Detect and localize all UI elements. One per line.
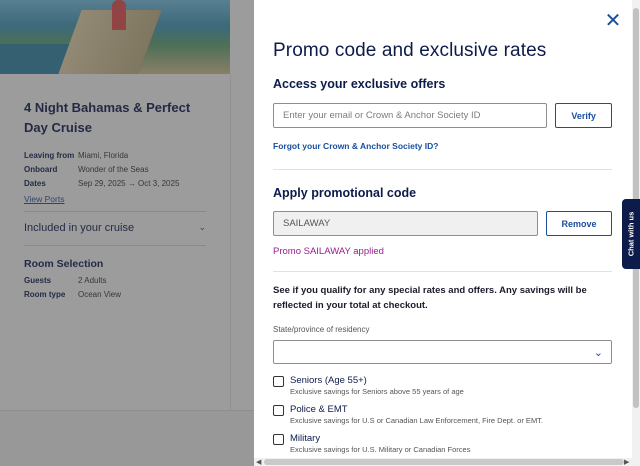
remove-promo-button[interactable]: Remove (546, 211, 612, 236)
military-option[interactable]: Military Exclusive savings for U.S. Mili… (273, 433, 612, 454)
input-placeholder: Enter your email or Crown & Anchor Socie… (283, 110, 481, 121)
police-emt-checkbox[interactable] (273, 405, 284, 416)
promo-modal: ✕ Promo code and exclusive rates Access … (254, 0, 640, 466)
verify-button[interactable]: Verify (555, 103, 612, 128)
chat-tab-label: Chat with us (626, 211, 636, 257)
promo-code-heading: Apply promotional code (273, 186, 417, 200)
option-description: Exclusive savings for U.S. Military or C… (290, 445, 471, 454)
option-title: Military (290, 433, 321, 444)
police-emt-option[interactable]: Police & EMT Exclusive savings for U.S o… (273, 404, 612, 425)
option-title: Seniors (Age 55+) (290, 375, 367, 386)
promo-code-value: SAILAWAY (283, 218, 331, 229)
email-or-society-id-input[interactable]: Enter your email or Crown & Anchor Socie… (273, 103, 548, 128)
residency-label: State/province of residency (273, 325, 370, 334)
forgot-society-id-link[interactable]: Forgot your Crown & Anchor Society ID? (273, 141, 438, 151)
close-icon[interactable]: ✕ (604, 11, 622, 31)
exclusive-offers-heading: Access your exclusive offers (273, 77, 446, 91)
option-title: Police & EMT (290, 404, 348, 415)
modal-title: Promo code and exclusive rates (273, 40, 547, 61)
special-rates-info: See if you qualify for any special rates… (273, 285, 587, 311)
chat-with-us-tab[interactable]: Chat with us (622, 199, 640, 269)
scroll-right-icon[interactable]: ▶ (624, 458, 629, 466)
horizontal-scrollbar[interactable] (254, 458, 640, 466)
residency-select[interactable]: ⌄ (273, 340, 612, 364)
option-description: Exclusive savings for U.S or Canadian La… (290, 416, 544, 425)
seniors-checkbox[interactable] (273, 376, 284, 387)
option-description: Exclusive savings for Seniors above 55 y… (290, 387, 464, 396)
modal-backdrop[interactable] (0, 0, 254, 466)
promo-code-field[interactable]: SAILAWAY (273, 211, 538, 236)
seniors-option[interactable]: Seniors (Age 55+) Exclusive savings for … (273, 375, 612, 396)
scroll-left-icon[interactable]: ◀ (256, 458, 261, 466)
chevron-down-icon: ⌄ (593, 347, 603, 359)
promo-applied-message: Promo SAILAWAY applied (273, 246, 384, 257)
military-checkbox[interactable] (273, 434, 284, 445)
